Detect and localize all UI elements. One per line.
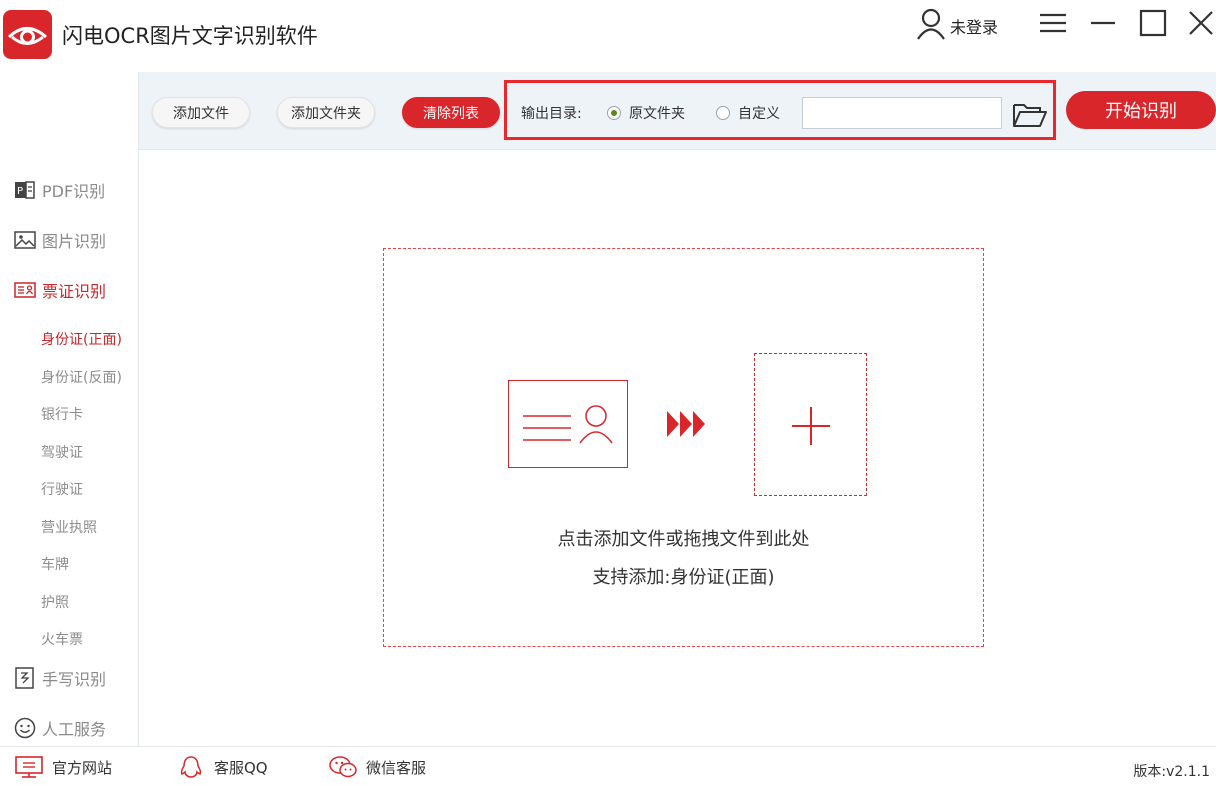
pdf-icon: P — [15, 181, 35, 199]
plus-icon — [792, 407, 830, 445]
wechat-service-label: 微信客服 — [366, 758, 427, 777]
menu-button[interactable] — [1036, 6, 1070, 40]
sidebar: P PDF识别 图片识别 票证识别 身份证(正面) 身份证(反面) 银行卡 驾驶… — [0, 72, 139, 746]
footer-bar: 官方网站 客服QQ 微信客服 版本:v2.1.1 — [0, 746, 1216, 785]
sub-item-business-license[interactable]: 营业执照 — [41, 517, 97, 537]
radio-custom-label[interactable]: 自定义 — [738, 103, 780, 123]
app-logo — [3, 10, 52, 59]
drop-zone[interactable]: 点击添加文件或拖拽文件到此处 支持添加:身份证(正面) — [383, 248, 984, 647]
add-folder-button[interactable]: 添加文件夹 — [277, 97, 375, 128]
maximize-button[interactable] — [1136, 6, 1170, 40]
sidebar-item-label: 票证识别 — [42, 282, 107, 301]
sub-item-license-plate[interactable]: 车牌 — [41, 554, 69, 574]
qq-penguin-icon — [180, 756, 202, 778]
output-directory-label: 输出目录: — [521, 106, 582, 122]
official-website-label: 官方网站 — [52, 758, 113, 777]
close-button[interactable] — [1184, 6, 1216, 40]
toolbar: 添加文件 添加文件夹 清除列表 输出目录: 原文件夹 自定义 开始识别 — [138, 72, 1216, 150]
monitor-icon — [15, 756, 43, 778]
app-title: 闪电OCR图片文字识别软件 — [62, 24, 318, 48]
maximize-icon — [1139, 9, 1167, 37]
output-path-input[interactable] — [802, 97, 1002, 129]
radio-custom[interactable] — [716, 106, 730, 120]
sub-item-passport[interactable]: 护照 — [41, 592, 69, 612]
minimize-button[interactable] — [1086, 6, 1120, 40]
sidebar-item-label: 手写识别 — [42, 670, 107, 689]
sidebar-item-certificate[interactable]: 票证识别 — [14, 277, 106, 303]
sub-item-driver-license[interactable]: 驾驶证 — [41, 442, 83, 462]
id-card-illustration — [508, 380, 628, 468]
title-bar: 闪电OCR图片文字识别软件 未登录 — [0, 0, 1216, 72]
radio-original-folder[interactable] — [607, 106, 621, 120]
radio-original-folder-label[interactable]: 原文件夹 — [629, 103, 685, 123]
sub-item-train-ticket[interactable]: 火车票 — [41, 629, 83, 649]
browse-folder-button[interactable] — [1012, 101, 1048, 129]
smiley-icon — [14, 717, 36, 739]
sidebar-item-pdf[interactable]: P PDF识别 — [14, 177, 105, 203]
handwriting-icon — [15, 667, 34, 689]
sub-item-id-back[interactable]: 身份证(反面) — [41, 367, 122, 387]
start-recognition-button[interactable]: 开始识别 — [1066, 91, 1216, 129]
sidebar-item-image[interactable]: 图片识别 — [14, 227, 106, 253]
sub-item-id-front[interactable]: 身份证(正面) — [41, 329, 122, 349]
customer-service-qq-label: 客服QQ — [214, 758, 268, 777]
login-status: 未登录 — [950, 18, 999, 37]
sidebar-item-label: 图片识别 — [42, 232, 107, 251]
user-icon — [917, 8, 945, 40]
eye-logo-icon — [7, 27, 47, 45]
official-website-link[interactable]: 官方网站 — [14, 755, 112, 779]
version-label: 版本:v2.1.1 — [1133, 764, 1210, 780]
sub-item-bank-card[interactable]: 银行卡 — [41, 404, 83, 424]
customer-service-qq-link[interactable]: 客服QQ — [176, 755, 268, 779]
clear-list-button[interactable]: 清除列表 — [402, 97, 500, 128]
id-card-icon — [523, 405, 613, 444]
sub-item-vehicle-license[interactable]: 行驶证 — [41, 479, 83, 499]
main-content: 点击添加文件或拖拽文件到此处 支持添加:身份证(正面) — [139, 150, 1216, 746]
svg-text:P: P — [17, 186, 23, 197]
wechat-service-link[interactable]: 微信客服 — [328, 755, 426, 779]
user-login-button[interactable]: 未登录 — [914, 6, 1010, 42]
hamburger-icon — [1040, 13, 1066, 33]
wechat-icon — [329, 756, 357, 778]
folder-open-icon — [1013, 104, 1047, 127]
app-window: 闪电OCR图片文字识别软件 未登录 添加文件 添加文件夹 清除列表 输出目录: … — [0, 0, 1216, 785]
close-icon — [1189, 11, 1213, 35]
image-icon — [14, 231, 36, 249]
certificate-icon — [14, 282, 36, 298]
add-file-target[interactable] — [754, 353, 867, 496]
add-file-button[interactable]: 添加文件 — [152, 97, 250, 128]
sidebar-item-label: PDF识别 — [42, 182, 106, 201]
triple-arrow-icon — [667, 411, 705, 437]
minimize-icon — [1091, 21, 1115, 25]
sidebar-item-handwriting[interactable]: 手写识别 — [14, 665, 106, 691]
drop-hint: 点击添加文件或拖拽文件到此处 — [557, 529, 810, 550]
output-directory-panel: 输出目录: 原文件夹 自定义 — [504, 80, 1056, 140]
sidebar-item-manual-service[interactable]: 人工服务 — [14, 715, 106, 741]
sidebar-item-label: 人工服务 — [42, 720, 107, 739]
supported-type-hint: 支持添加:身份证(正面) — [592, 567, 775, 588]
